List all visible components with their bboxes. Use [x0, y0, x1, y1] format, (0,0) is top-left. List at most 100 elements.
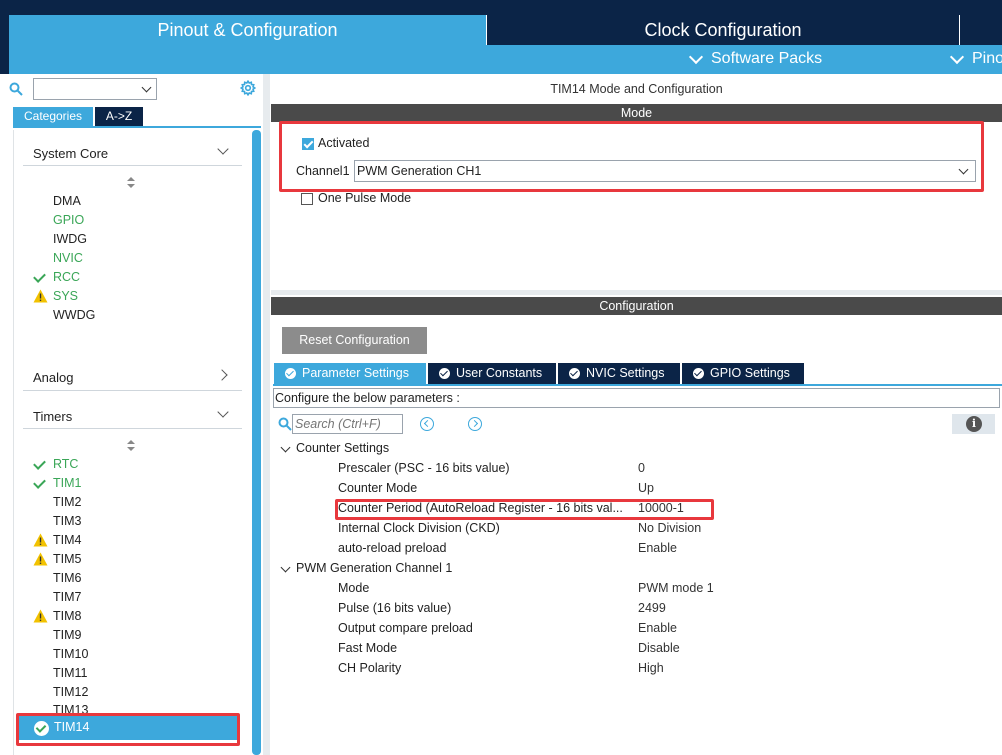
- search-icon: [278, 417, 292, 431]
- tab-pinout-configuration[interactable]: Pinout & Configuration: [9, 15, 486, 74]
- param-value[interactable]: Up: [638, 481, 654, 495]
- param-value[interactable]: 2499: [638, 601, 666, 615]
- sidebar-item-tim9[interactable]: TIM9: [53, 626, 81, 644]
- param-value[interactable]: PWM mode 1: [638, 581, 714, 595]
- sidebar-item-tim8[interactable]: TIM8: [33, 607, 81, 625]
- sidebar-item-label: IWDG: [53, 232, 88, 246]
- sidebar-item-rcc[interactable]: RCC: [53, 268, 80, 286]
- sidebar-item-tim6[interactable]: TIM6: [53, 569, 81, 587]
- tab-gpio-settings[interactable]: GPIO Settings: [682, 363, 804, 384]
- mode-section-header: Mode: [271, 104, 1002, 122]
- group-pwm-generation-channel-1[interactable]: PWM Generation Channel 1: [296, 561, 452, 575]
- check-icon: [33, 457, 48, 471]
- sidebar-item-wwdg[interactable]: WWDG: [53, 306, 95, 324]
- tab-a-to-z[interactable]: A->Z: [95, 107, 143, 126]
- sidebar-item-tim7[interactable]: TIM7: [53, 588, 81, 606]
- sidebar-item-label: DMA: [53, 194, 81, 208]
- sidebar-item-sys[interactable]: SYS: [33, 287, 79, 305]
- sidebar-item-tim1[interactable]: TIM1: [53, 474, 81, 492]
- category-system-core[interactable]: System Core: [33, 146, 108, 161]
- sort-icon[interactable]: [127, 177, 135, 189]
- left-scrollbar[interactable]: [252, 130, 261, 755]
- tab-label: User Constants: [456, 366, 543, 380]
- tab-clock-configuration[interactable]: Clock Configuration: [486, 15, 960, 45]
- tab-underline: [273, 384, 1002, 386]
- gear-icon[interactable]: [240, 80, 256, 96]
- sidebar-item-tim12[interactable]: TIM12: [53, 683, 88, 701]
- sidebar-item-label: SYS: [53, 289, 79, 303]
- param-name: Pulse (16 bits value): [338, 601, 452, 615]
- param-name: Counter Mode: [338, 481, 418, 495]
- chevron-down-icon[interactable]: [280, 562, 291, 573]
- next-match-icon[interactable]: [468, 417, 482, 431]
- sort-icon[interactable]: [127, 440, 135, 452]
- section-splitter[interactable]: [271, 290, 1002, 295]
- check-icon: [33, 476, 48, 490]
- sidebar-item-tim5[interactable]: TIM5: [33, 550, 81, 568]
- previous-match-icon[interactable]: [420, 417, 434, 431]
- tab-underline: [13, 126, 261, 128]
- check-circle-icon: [285, 368, 296, 379]
- sidebar-item-label: TIM10: [53, 647, 89, 661]
- divider: [23, 165, 242, 166]
- sidebar-item-tim11[interactable]: TIM11: [53, 664, 88, 682]
- sidebar-item-label: TIM1: [53, 476, 82, 490]
- param-value[interactable]: High: [638, 661, 664, 675]
- check-icon: [33, 270, 48, 284]
- sidebar-item-label: TIM12: [53, 685, 89, 699]
- sidebar-item-tim10[interactable]: TIM10: [53, 645, 88, 663]
- sidebar-item-gpio[interactable]: GPIO: [53, 211, 84, 229]
- tab-categories[interactable]: Categories: [13, 107, 93, 126]
- group-counter-settings[interactable]: Counter Settings: [296, 441, 389, 455]
- tab-user-constants[interactable]: User Constants: [428, 363, 556, 384]
- param-name: CH Polarity: [338, 661, 402, 675]
- tab-parameter-settings[interactable]: Parameter Settings: [274, 363, 426, 384]
- panel-splitter[interactable]: [263, 74, 270, 755]
- reset-configuration-button[interactable]: Reset Configuration: [282, 327, 427, 354]
- param-value[interactable]: Enable: [638, 621, 677, 635]
- sidebar-item-tim4[interactable]: TIM4: [33, 531, 82, 549]
- sidebar-item-label: NVIC: [53, 251, 83, 265]
- page-title: TIM14 Mode and Configuration: [550, 82, 723, 96]
- category-timers[interactable]: Timers: [33, 409, 72, 424]
- chevron-down-icon[interactable]: [280, 442, 291, 453]
- param-value[interactable]: Disable: [638, 641, 680, 655]
- sidebar-item-nvic[interactable]: NVIC: [53, 249, 83, 267]
- param-value[interactable]: Enable: [638, 541, 677, 555]
- counter-period-annotation-highlight: [335, 499, 714, 520]
- param-name: auto-reload preload: [338, 541, 447, 555]
- configure-hint-box: Configure the below parameters :: [273, 388, 1000, 408]
- sidebar-item-tim3[interactable]: TIM3: [53, 512, 81, 530]
- info-button[interactable]: i: [952, 414, 995, 434]
- sidebar-item-label: TIM3: [53, 514, 82, 528]
- param-value[interactable]: 0: [638, 461, 645, 475]
- tab-nvic-settings[interactable]: NVIC Settings: [558, 363, 680, 384]
- param-name: Fast Mode: [338, 641, 398, 655]
- mode-annotation-highlight: [279, 121, 984, 192]
- param-value[interactable]: No Division: [638, 521, 701, 535]
- warning-icon: [33, 552, 48, 566]
- sidebar-item-label: TIM9: [53, 628, 82, 642]
- sidebar-item-iwdg[interactable]: IWDG: [53, 230, 87, 248]
- sidebar-item-dma[interactable]: DMA: [53, 192, 81, 210]
- tab-label: GPIO Settings: [710, 366, 790, 380]
- category-analog[interactable]: Analog: [33, 370, 73, 385]
- tab-label: Parameter Settings: [302, 366, 409, 380]
- category-search-combo[interactable]: [33, 78, 157, 100]
- param-name: Output compare preload: [338, 621, 473, 635]
- divider: [23, 390, 242, 391]
- software-packs-menu[interactable]: Software Packs: [688, 50, 822, 68]
- sidebar-item-label: WWDG: [53, 308, 96, 322]
- pinout-menu[interactable]: Pinout: [949, 50, 1002, 68]
- chevron-down-icon: [949, 50, 965, 65]
- sidebar-item-label: GPIO: [53, 213, 85, 227]
- one-pulse-mode-checkbox[interactable]: [301, 193, 313, 205]
- sidebar-item-label: TIM4: [53, 533, 82, 547]
- param-name: Mode: [338, 581, 370, 595]
- parameter-search-input[interactable]: [292, 414, 403, 434]
- sidebar-item-tim2[interactable]: TIM2: [53, 493, 81, 511]
- sidebar-item-rtc[interactable]: RTC: [53, 455, 78, 473]
- search-icon: [9, 82, 23, 96]
- tab-overflow[interactable]: [960, 15, 1002, 45]
- sidebar-item-label: TIM2: [53, 495, 82, 509]
